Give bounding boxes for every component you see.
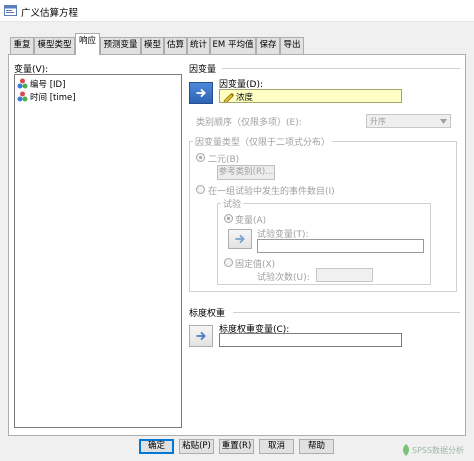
dependent-variable-field[interactable]: 浓度 — [219, 89, 402, 103]
list-item[interactable]: 编号 [ID] — [15, 78, 181, 91]
tab-export[interactable]: 导出 — [280, 37, 304, 54]
arrow-right-icon — [196, 88, 206, 98]
tab-em-means[interactable]: EM 平均值 — [210, 37, 256, 54]
window-title: 广义估算方程 — [21, 8, 79, 19]
title-bar: 广义估算方程 — [0, 0, 474, 22]
move-to-scale-weight-button[interactable] — [189, 325, 213, 347]
watermark-text: SPSS数据分析 — [412, 446, 465, 455]
nominal-variable-icon — [17, 78, 28, 89]
tab-repeated[interactable]: 重复 — [10, 37, 34, 54]
section-divider — [233, 312, 460, 313]
paste-button[interactable]: 粘贴(P) — [179, 439, 214, 454]
variable-label: 编号 [ID] — [30, 80, 66, 90]
chevron-down-icon — [440, 119, 447, 124]
list-item[interactable]: 时间 [time] — [15, 91, 181, 104]
scale-weight-section-label: 标度权重 — [189, 309, 226, 319]
dependent-variable-value: 浓度 — [236, 93, 254, 103]
fixed-value-label: 固定值(X) — [235, 260, 276, 270]
move-to-dependent-button[interactable] — [189, 82, 213, 104]
tab-statistics[interactable]: 统计 — [187, 37, 210, 54]
arrow-right-icon — [196, 331, 206, 341]
category-order-label: 类别顺序（仅限多项）(E): — [196, 118, 302, 128]
tab-model-type[interactable]: 模型类型 — [34, 37, 75, 54]
tab-estimation[interactable]: 估算 — [164, 37, 187, 54]
tab-response[interactable]: 响应 — [75, 33, 100, 55]
reference-category-button[interactable]: 参考类别(R)... — [217, 165, 275, 180]
trial-count-field[interactable] — [316, 268, 373, 282]
nominal-variable-icon — [17, 91, 28, 102]
events-in-trials-radio[interactable] — [196, 185, 205, 194]
category-order-select[interactable]: 升序 — [366, 114, 451, 128]
cancel-button[interactable]: 取消 — [259, 439, 294, 454]
scale-weight-field[interactable] — [219, 333, 402, 347]
binary-radio[interactable] — [196, 153, 205, 162]
trial-variable-radio[interactable] — [224, 214, 233, 223]
category-order-value: 升序 — [370, 117, 386, 126]
help-button[interactable]: 帮助 — [299, 439, 334, 454]
trial-variable-option-label: 变量(A) — [235, 216, 267, 226]
variable-label: 时间 [time] — [30, 93, 76, 103]
ok-button[interactable]: 确定 — [139, 439, 174, 454]
events-in-trials-label: 在一组试验中发生的事件数目(I) — [208, 187, 335, 197]
dependent-type-group-label: 因变量类型（仅限于二项式分布） — [193, 135, 333, 148]
spss-dialog-icon — [4, 5, 17, 16]
move-to-trial-variable-button[interactable] — [228, 229, 252, 249]
binary-label: 二元(B) — [208, 155, 240, 165]
dependent-section-label: 因变量 — [189, 65, 217, 75]
tab-save[interactable]: 保存 — [256, 37, 280, 54]
reset-button[interactable]: 重置(R) — [219, 439, 254, 454]
section-divider — [222, 68, 460, 69]
tab-predictors[interactable]: 预测变量 — [100, 37, 141, 54]
tab-model[interactable]: 模型 — [141, 37, 164, 54]
variables-listbox[interactable]: 编号 [ID] 时间 [time] — [14, 74, 182, 428]
trials-group-label: 试验 — [221, 197, 244, 210]
scale-variable-icon — [223, 93, 234, 102]
trial-variable-field[interactable] — [257, 239, 424, 253]
leaf-logo-icon — [403, 444, 409, 456]
fixed-value-radio[interactable] — [224, 258, 233, 267]
arrow-right-icon — [235, 234, 245, 244]
trial-count-label: 试验次数(U): — [257, 273, 310, 283]
